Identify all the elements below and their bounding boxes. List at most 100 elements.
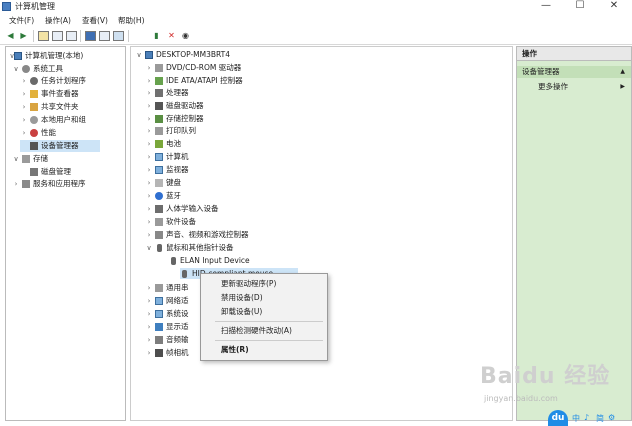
device-category[interactable]: › 音频输 <box>145 334 201 346</box>
tree-node-system-tools[interactable]: ∨ 系统工具 <box>12 63 124 75</box>
chevron-right-icon[interactable]: › <box>145 190 153 202</box>
chevron-right-icon[interactable]: › <box>145 203 153 215</box>
chevron-right-icon[interactable]: › <box>12 178 20 190</box>
chevron-down-icon[interactable]: ∨ <box>12 153 20 165</box>
chevron-right-icon[interactable]: › <box>145 177 153 189</box>
ime-settings-icon[interactable]: ⚙ <box>608 413 615 422</box>
up-folder-icon[interactable] <box>38 31 49 41</box>
menu-action[interactable]: 操作(A) <box>45 15 71 27</box>
chevron-right-icon[interactable]: › <box>145 295 153 307</box>
device-category[interactable]: › 显示适 <box>145 321 201 333</box>
device-category[interactable]: › 存储控制器 <box>145 113 345 125</box>
device-tree-root[interactable]: ∨ DESKTOP-MM3BRT4 <box>135 49 335 61</box>
tree-node-performance[interactable]: › 性能 <box>20 127 124 139</box>
chevron-right-icon[interactable]: › <box>145 75 153 87</box>
uninstall-icon[interactable]: ✕ <box>166 31 177 41</box>
chevron-right-icon[interactable]: › <box>145 62 153 74</box>
close-button[interactable]: ✕ <box>600 0 628 14</box>
chevron-right-icon[interactable]: › <box>20 75 28 87</box>
tree-node-services[interactable]: › 服务和应用程序 <box>12 178 124 190</box>
chevron-right-icon[interactable]: › <box>145 321 153 333</box>
tree-node-task-scheduler[interactable]: › 任务计划程序 <box>20 75 124 87</box>
chevron-down-icon[interactable]: ∨ <box>145 242 153 254</box>
device-category-mouse[interactable]: ∨ 鼠标和其他指针设备 <box>145 242 365 254</box>
chevron-right-icon[interactable]: › <box>145 87 153 99</box>
device-category[interactable]: › 网络适 <box>145 295 201 307</box>
chevron-right-icon[interactable]: › <box>145 229 153 241</box>
tree-node-shared-folders[interactable]: › 共享文件夹 <box>20 101 124 113</box>
device-category-label: 存储控制器 <box>166 114 204 123</box>
menu-uninstall-device[interactable]: 卸载设备(U) <box>221 305 262 318</box>
device-category[interactable]: › 声音、视频和游戏控制器 <box>145 229 365 241</box>
chevron-down-icon[interactable]: ∨ <box>135 49 143 61</box>
menu-view[interactable]: 查看(V) <box>82 15 108 27</box>
tree-node-device-manager[interactable]: 设备管理器 <box>20 140 100 152</box>
navigation-tree: ∨ 计算机管理(本地) ∨ 系统工具 › 任务计划程序 › 事件查看器 › 共享… <box>5 46 126 421</box>
back-arrow-icon[interactable]: ◀ <box>5 31 16 41</box>
chevron-right-icon[interactable]: › <box>145 100 153 112</box>
device-category[interactable]: › 监视器 <box>145 164 345 176</box>
help-icon[interactable] <box>85 31 96 41</box>
device-category[interactable]: › 蓝牙 <box>145 190 345 202</box>
device-category[interactable]: › DVD/CD-ROM 驱动器 <box>145 62 345 74</box>
chevron-right-icon[interactable]: › <box>145 282 153 294</box>
ime-chinese-icon[interactable]: 中 <box>572 413 580 424</box>
tree-node-local-users[interactable]: › 本地用户和组 <box>20 114 124 126</box>
chevron-right-icon[interactable]: › <box>145 125 153 137</box>
device-category[interactable]: › IDE ATA/ATAPI 控制器 <box>145 75 345 87</box>
chevron-right-icon[interactable]: › <box>20 101 28 113</box>
tree-node-disk-management[interactable]: 磁盘管理 <box>20 166 124 178</box>
tree-node-storage[interactable]: ∨ 存储 <box>12 153 124 165</box>
device-category[interactable]: › 通用串 <box>145 282 201 294</box>
view-icon[interactable] <box>99 31 110 41</box>
menu-help[interactable]: 帮助(H) <box>118 15 145 27</box>
device-category-label: 打印队列 <box>166 126 196 135</box>
device-category[interactable]: › 打印队列 <box>145 125 345 137</box>
device-category[interactable]: › 计算机 <box>145 151 345 163</box>
menu-file[interactable]: 文件(F) <box>9 15 34 27</box>
device-category[interactable]: › 系统设 <box>145 308 201 320</box>
device-category-label: 系统设 <box>166 309 189 318</box>
menu-update-driver[interactable]: 更新驱动程序(P) <box>221 277 276 290</box>
chevron-right-icon[interactable]: › <box>145 113 153 125</box>
du-badge-icon[interactable]: du <box>548 410 568 426</box>
device-category[interactable]: › 电池 <box>145 138 345 150</box>
forward-arrow-icon[interactable]: ▶ <box>18 31 29 41</box>
more-actions[interactable]: 更多操作 ▶ <box>517 81 631 93</box>
device-category[interactable]: › 磁盘驱动器 <box>145 100 345 112</box>
device-category[interactable]: › 帧相机 <box>145 347 201 359</box>
device-category-label: 软件设备 <box>166 217 196 226</box>
ime-simplified-icon[interactable]: 简 <box>596 413 604 424</box>
show-hide-tree-icon[interactable] <box>52 31 63 41</box>
chevron-right-icon[interactable]: › <box>145 334 153 346</box>
ime-voice-icon[interactable]: ♪ <box>584 413 589 422</box>
properties-icon[interactable] <box>66 31 77 41</box>
tree-node-event-viewer[interactable]: › 事件查看器 <box>20 88 124 100</box>
chevron-right-icon[interactable]: › <box>145 164 153 176</box>
device-category[interactable]: › 软件设备 <box>145 216 345 228</box>
chevron-right-icon[interactable]: › <box>20 114 28 126</box>
device-category[interactable]: › 处理器 <box>145 87 345 99</box>
menu-disable-device[interactable]: 禁用设备(D) <box>221 291 263 304</box>
device-category[interactable]: › 键盘 <box>145 177 345 189</box>
menu-properties[interactable]: 属性(R) <box>221 343 249 356</box>
monitor-icon[interactable] <box>113 31 124 41</box>
chevron-right-icon[interactable]: › <box>145 216 153 228</box>
device-item[interactable]: ELAN Input Device <box>159 255 319 267</box>
chevron-down-icon[interactable]: ∨ <box>12 63 20 75</box>
tree-node-root[interactable]: ∨ 计算机管理(本地) <box>8 50 124 62</box>
actions-section-device-manager[interactable]: 设备管理器 ▲ <box>517 66 631 78</box>
chevron-right-icon[interactable]: › <box>20 88 28 100</box>
chevron-up-icon: ▲ <box>620 68 625 75</box>
menu-scan-hardware[interactable]: 扫描检测硬件改动(A) <box>221 324 292 337</box>
chevron-right-icon[interactable]: › <box>145 151 153 163</box>
chevron-right-icon[interactable]: › <box>145 347 153 359</box>
maximize-button[interactable]: ☐ <box>566 0 594 14</box>
chevron-right-icon[interactable]: › <box>145 308 153 320</box>
device-category[interactable]: › 人体学输入设备 <box>145 203 345 215</box>
minimize-button[interactable]: — <box>532 0 560 14</box>
chevron-right-icon[interactable]: › <box>20 127 28 139</box>
enable-device-icon[interactable]: ◉ <box>180 31 191 41</box>
chevron-right-icon[interactable]: › <box>145 138 153 150</box>
update-driver-icon[interactable]: ▮ <box>151 31 162 41</box>
